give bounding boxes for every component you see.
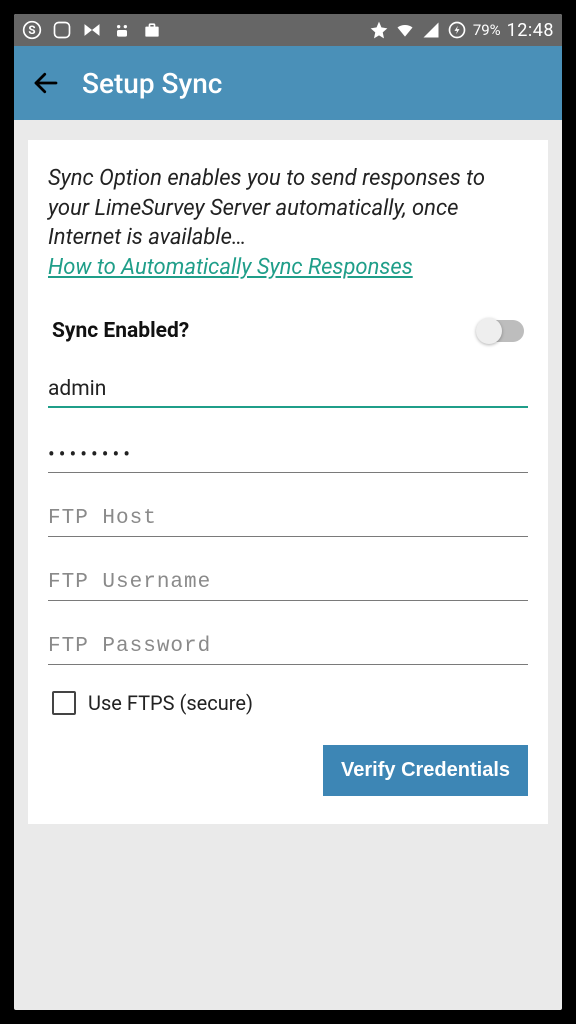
ftp-password-input[interactable]	[48, 635, 528, 658]
sync-enabled-label: Sync Enabled?	[52, 319, 189, 343]
ftp-password-field-wrap	[48, 631, 528, 665]
toggle-knob	[476, 318, 502, 344]
bowtie-icon	[82, 20, 102, 40]
star-icon	[369, 20, 389, 40]
password-input[interactable]	[48, 442, 528, 466]
status-bar-right: 79% 12:48	[369, 20, 554, 41]
cell-signal-icon	[421, 20, 441, 40]
sync-enabled-toggle[interactable]	[478, 320, 524, 342]
content-area: Sync Option enables you to send response…	[14, 120, 562, 1010]
status-bar-left: S	[22, 20, 162, 40]
status-bar: S	[14, 14, 562, 46]
svg-text:S: S	[28, 23, 35, 37]
use-ftps-row: Use FTPS (secure)	[48, 691, 528, 715]
sync-enabled-row: Sync Enabled?	[48, 319, 528, 343]
cyanogen-icon	[112, 20, 132, 40]
skype-icon: S	[22, 20, 42, 40]
app-bar: Setup Sync	[14, 46, 562, 120]
ftp-host-input[interactable]	[48, 507, 528, 530]
ftp-host-field-wrap	[48, 503, 528, 537]
screen: S	[14, 14, 562, 1010]
ftp-username-field-wrap	[48, 567, 528, 601]
username-field-wrap	[48, 373, 528, 408]
arrow-left-icon	[31, 68, 61, 98]
device-frame: S	[0, 0, 576, 1024]
rounded-square-icon	[52, 20, 72, 40]
username-input[interactable]	[48, 377, 528, 401]
wifi-icon	[395, 20, 415, 40]
page-title: Setup Sync	[82, 67, 222, 100]
back-button[interactable]	[28, 65, 64, 101]
how-to-sync-link[interactable]: How to Automatically Sync Responses	[48, 255, 413, 280]
intro-text: Sync Option enables you to send response…	[48, 166, 485, 250]
use-ftps-label: Use FTPS (secure)	[88, 691, 253, 715]
use-ftps-checkbox[interactable]	[52, 691, 76, 715]
battery-circle-icon	[447, 20, 467, 40]
briefcase-icon	[142, 20, 162, 40]
button-row: Verify Credentials	[48, 745, 528, 796]
clock-time: 12:48	[507, 20, 554, 41]
settings-card: Sync Option enables you to send response…	[28, 140, 548, 824]
verify-credentials-button[interactable]: Verify Credentials	[323, 745, 528, 796]
password-field-wrap	[48, 438, 528, 473]
intro-text-block: Sync Option enables you to send response…	[48, 164, 528, 283]
ftp-username-input[interactable]	[48, 571, 528, 594]
battery-percent: 79%	[473, 21, 501, 39]
